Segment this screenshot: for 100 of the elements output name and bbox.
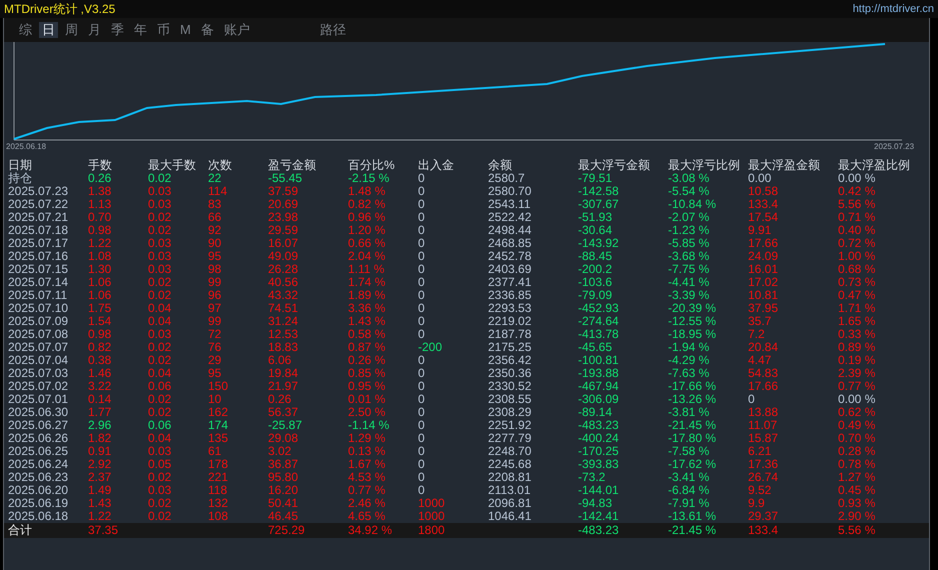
table-cell-text: 10.81 (748, 289, 780, 302)
table-cell-text: 0 (748, 393, 756, 406)
table-cell-text: 46.45 (268, 510, 300, 523)
table-cell-text: 0.49 % (838, 419, 876, 432)
table-cell-text: 66 (208, 211, 222, 224)
table-cell-text: -4.41 % (668, 276, 710, 289)
table-cell-text: -307.67 (578, 198, 620, 211)
table-cell-text: 0.02 (148, 224, 172, 237)
column-header: 手数 (88, 158, 113, 172)
table-cell-text: 17.02 (748, 276, 780, 289)
table-cell-text: -6.84 % (668, 484, 710, 497)
table-cell-text: 2377.41 (488, 276, 532, 289)
table-cell-text: 29.37 (748, 510, 780, 523)
table-cell-text: 21.97 (268, 380, 300, 393)
column-header: 最大浮盈比例 (838, 158, 911, 172)
table-cell-text: 2175.25 (488, 341, 532, 354)
table-cell-text: 0.72 % (838, 237, 876, 250)
tab[interactable]: 周 (62, 22, 81, 38)
table-cell-text: 0.85 % (348, 367, 386, 380)
table-cell-text: 95 (208, 250, 222, 263)
table-cell-text: 2025.07.07 (8, 341, 70, 354)
tab[interactable]: 日 (39, 22, 58, 38)
table-cell-text: 2219.02 (488, 315, 532, 328)
tab[interactable]: 综 (16, 22, 35, 38)
table-cell-text: 2025.07.08 (8, 328, 70, 341)
table-cell-text: -483.23 (578, 523, 620, 538)
tab[interactable]: 账户 (220, 22, 253, 38)
table-cell-text: 0.26 % (348, 354, 386, 367)
table-cell-text: 0.19 % (838, 354, 876, 367)
table-cell-text: -18.95 % (668, 328, 718, 341)
table-cell-text: -5.85 % (668, 237, 710, 250)
table-cell-text: 1.82 (88, 432, 112, 445)
table-cell-text: 0 (418, 237, 426, 250)
table-cell-text: 2.46 % (348, 497, 386, 510)
table-cell-text: -103.6 (578, 276, 614, 289)
tab[interactable]: 季 (108, 22, 127, 38)
table-cell-text: 2.50 % (348, 406, 386, 419)
table-cell-text: 1.22 (88, 237, 112, 250)
table-cell-text: 0 (418, 172, 426, 185)
table-cell-text: -73.2 (578, 471, 606, 484)
table-cell-text: 50.41 (268, 497, 300, 510)
table-cell-text: 2.39 % (838, 367, 876, 380)
table-cell-text: 118 (208, 484, 228, 497)
table-cell-text: 61 (208, 445, 222, 458)
table-cell-text: 合计 (8, 523, 33, 538)
table-cell-text: 4.53 % (348, 471, 386, 484)
table-cell-text: 2452.78 (488, 250, 532, 263)
table-cell-text: -3.81 % (668, 406, 710, 419)
table-cell-text: 1.49 (88, 484, 112, 497)
table-cell-text: 2025.06.18 (8, 510, 70, 523)
table-cell-text: 15.87 (748, 432, 780, 445)
table-cell-text: 0 (418, 406, 426, 419)
tab[interactable]: 备 (198, 22, 217, 38)
table-cell-text: 0 (418, 302, 426, 315)
tab[interactable]: M (177, 22, 194, 38)
table-cell-text: 0.28 % (838, 445, 876, 458)
table-cell-text: 97 (208, 302, 222, 315)
table-cell-text: 13.88 (748, 406, 780, 419)
table-cell-text: 1.74 % (348, 276, 386, 289)
table-cell-text: 19.84 (268, 367, 300, 380)
table-cell-text: -7.91 % (668, 497, 710, 510)
table-cell-text: 0.70 (88, 211, 112, 224)
table-cell-text: 2025.07.03 (8, 367, 70, 380)
table-cell-text: 17.36 (748, 458, 780, 471)
table-cell-text: 0.04 (148, 315, 172, 328)
table-cell-text: 1.29 % (348, 432, 386, 445)
table-cell-text: -12.55 % (668, 315, 718, 328)
table-cell-text: 83 (208, 198, 222, 211)
tab[interactable]: 路径 (316, 22, 349, 38)
tab[interactable]: 币 (154, 22, 173, 38)
table-cell-text: -88.45 (578, 250, 614, 263)
table-cell-text: 0.93 % (838, 497, 876, 510)
table-cell-text: -393.83 (578, 458, 620, 471)
table-cell-text: 0.03 (148, 445, 172, 458)
table-cell-text: 17.66 (748, 237, 780, 250)
table-cell-text: -94.83 (578, 497, 614, 510)
table-cell-text: 114 (208, 185, 228, 198)
table-cell-text: 174 (208, 419, 230, 432)
tab[interactable]: 月 (85, 22, 104, 38)
table-cell-text: 3.02 (268, 445, 292, 458)
tab[interactable]: 年 (131, 22, 150, 38)
website-link[interactable]: http://mtdriver.cn (852, 0, 934, 18)
table-cell-text: 0.02 (148, 341, 172, 354)
table-cell-text: 2330.52 (488, 380, 532, 393)
table-cell-text: 0.87 % (348, 341, 386, 354)
table-cell-text: 37.95 (748, 302, 780, 315)
table-cell-text: -170.25 (578, 445, 620, 458)
table-cell-text: 2293.53 (488, 302, 532, 315)
table-cell-text: 0 (418, 315, 426, 328)
table-cell-text: -79.09 (578, 289, 614, 302)
column-header: 百分比% (348, 158, 396, 172)
table-cell-text: 0 (418, 380, 426, 393)
table-cell-text: 0.03 (148, 237, 172, 250)
table-cell-text: 0.05 (148, 458, 172, 471)
table-cell-text: 72 (208, 328, 222, 341)
table-cell-text: -21.45 % (668, 523, 718, 538)
table-cell-text: 4.65 % (348, 510, 386, 523)
table-cell-text: -2.15 % (348, 172, 390, 185)
table-cell-text: 0 (418, 367, 426, 380)
table-cell-text: 0.02 (148, 289, 172, 302)
